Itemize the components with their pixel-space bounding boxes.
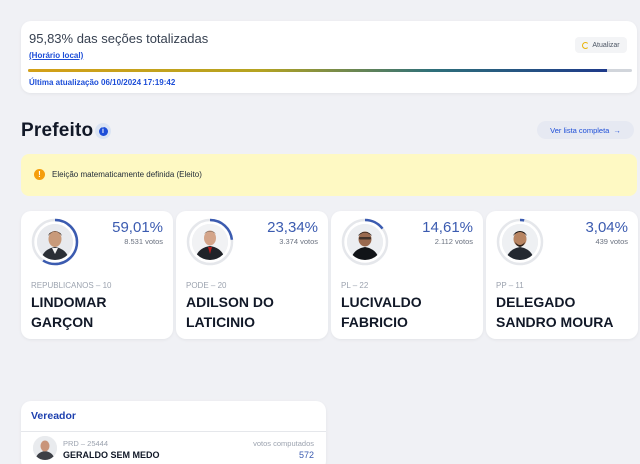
candidate-votes: 439 votos [595, 237, 628, 246]
candidate-name: ADILSON DO LATICINIO [186, 294, 274, 330]
candidate-party: PODE – 20 [186, 281, 227, 290]
candidate-photo [502, 224, 538, 260]
refresh-icon [582, 41, 590, 49]
full-list-label: Ver lista completa [550, 125, 610, 135]
info-glyph: i [98, 126, 108, 136]
candidate-name: LINDOMAR GARÇON [31, 294, 107, 330]
candidate-percent: 14,61% [422, 219, 473, 236]
vereador-title: Vereador [31, 410, 76, 422]
full-list-button[interactable]: Ver lista completa → [537, 121, 634, 139]
candidate-party: PP – 11 [496, 281, 524, 290]
vereador-party: PRD – 25444 [63, 439, 109, 448]
candidate-photo [347, 224, 383, 260]
vereador-card[interactable]: Vereador PRD – 25444 GERALDO SEM MEDO vo… [21, 401, 326, 464]
candidate-party: PL – 22 [341, 281, 369, 290]
votes-computed-value: 572 [298, 450, 314, 460]
candidate-percent: 59,01% [112, 219, 163, 236]
local-time-link[interactable]: (Horário local) [29, 51, 83, 60]
votes-computed-label: votos computados [253, 439, 314, 448]
candidate-votes: 3.374 votos [279, 237, 318, 246]
refresh-button[interactable]: Atualizar [575, 37, 627, 53]
candidate-card[interactable]: 14,61% 2.112 votos PL – 22 LUCIVALDO FAB… [331, 211, 483, 339]
vote-share-ring [341, 218, 389, 266]
candidate-card[interactable]: 23,34% 3.374 votos PODE – 20 ADILSON DO … [176, 211, 328, 339]
vote-share-ring [186, 218, 234, 266]
info-icon[interactable]: i [95, 123, 111, 139]
candidate-votes: 2.112 votos [434, 237, 473, 246]
page-title: Prefeito [21, 120, 94, 141]
vereador-name: GERALDO SEM MEDO [63, 450, 160, 460]
candidate-photo [37, 224, 73, 260]
arrow-right-icon: → [613, 125, 621, 135]
candidate-card[interactable]: 59,01% 8.531 votos REPUBLICANOS – 10 LIN… [21, 211, 173, 339]
candidate-percent: 23,34% [267, 219, 318, 236]
last-update-timestamp: Última atualização 06/10/2024 17:19:42 [29, 78, 176, 87]
candidate-name: DELEGADO SANDRO MOURA [496, 294, 614, 330]
candidate-percent: 3,04% [585, 219, 628, 236]
refresh-button-label: Atualizar [592, 41, 620, 49]
vote-share-ring [496, 218, 544, 266]
vereador-photo [33, 436, 57, 460]
candidate-name: LUCIVALDO FABRICIO [341, 294, 422, 330]
candidate-photo [192, 224, 228, 260]
candidate-card[interactable]: 3,04% 439 votos PP – 11 DELEGADO SANDRO … [486, 211, 638, 339]
totalization-status-card: 95,83% das seções totalizadas (Horário l… [21, 21, 637, 93]
candidate-party: REPUBLICANOS – 10 [31, 281, 112, 290]
totalization-progress-bar [28, 69, 632, 72]
divider [21, 431, 326, 432]
totalization-percentage: 95,83% das seções totalizadas [29, 31, 209, 46]
alert-text: Eleição matematicamente definida (Eleito… [52, 170, 202, 179]
candidate-votes: 8.531 votos [124, 237, 163, 246]
totalization-progress-fill [28, 69, 607, 72]
elected-alert: ! Eleição matematicamente definida (Elei… [21, 154, 637, 196]
warning-icon: ! [34, 169, 45, 180]
vote-share-ring [31, 218, 79, 266]
